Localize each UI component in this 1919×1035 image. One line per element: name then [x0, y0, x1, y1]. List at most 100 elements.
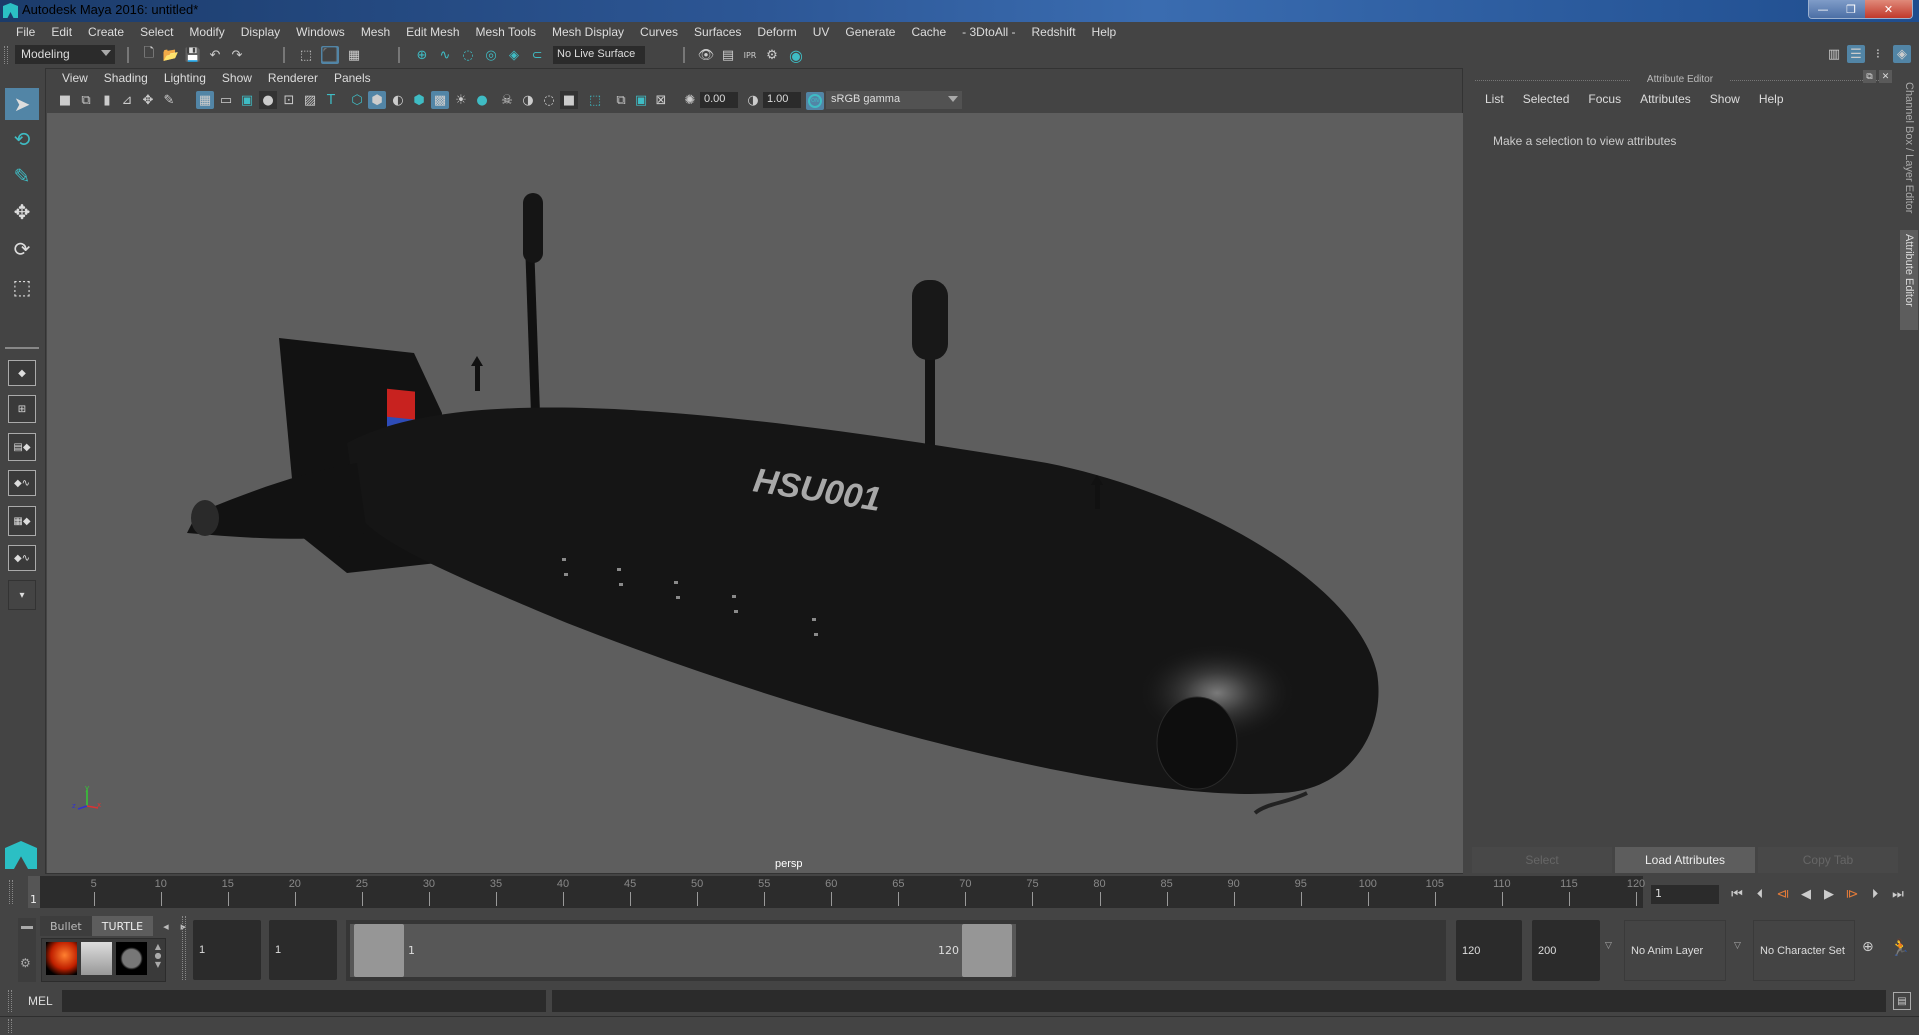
restore-button[interactable]: ❐	[1837, 0, 1865, 18]
viewport-menu-shading[interactable]: Shading	[96, 71, 156, 87]
ae-menu-focus[interactable]: Focus	[1583, 92, 1629, 106]
wireframe-icon[interactable]: ⬡	[348, 91, 366, 109]
scale-tool[interactable]: ⬚	[5, 271, 39, 303]
step-back-key-icon[interactable]: ⧏	[1774, 885, 1792, 903]
screen-space-ao-icon[interactable]: ☠	[498, 91, 516, 109]
time-slider-grip[interactable]	[9, 880, 13, 904]
snap-magnet-icon[interactable]: ⊂	[528, 46, 546, 64]
new-scene-icon[interactable]: 🗋	[140, 46, 158, 64]
select-by-component-icon[interactable]: ▦	[345, 46, 363, 64]
open-scene-icon[interactable]: 📂	[162, 46, 180, 64]
time-slider[interactable]: 1 5 10 15 20 25 30 35 40 45 50 55 60 65 70 75 80 85 90 95 1…	[0, 876, 1919, 908]
single-perspective-layout[interactable]: ◆	[8, 360, 36, 386]
menu-windows[interactable]: Windows	[288, 25, 353, 39]
four-view-layout[interactable]: ⊞	[8, 395, 36, 423]
ae-menu-selected[interactable]: Selected	[1518, 92, 1578, 106]
gamma-icon[interactable]: ◑	[744, 91, 762, 109]
persp-hypershade-layout[interactable]: ▦◆	[8, 506, 36, 536]
menu-edit-mesh[interactable]: Edit Mesh	[398, 25, 467, 39]
close-panel-button[interactable]: ✕	[1879, 70, 1892, 83]
film-gate-icon[interactable]: ▭	[217, 91, 235, 109]
playback-end-field[interactable]: 120	[1456, 920, 1522, 981]
load-attributes-button[interactable]: Load Attributes	[1615, 847, 1755, 873]
snap-view-plane-icon[interactable]: ◎	[482, 46, 500, 64]
close-button[interactable]: ✕	[1865, 0, 1912, 18]
menu-generate[interactable]: Generate	[837, 25, 903, 39]
viewport-menu-lighting[interactable]: Lighting	[156, 71, 214, 87]
wireframe-on-shaded-icon[interactable]: ⬢	[410, 91, 428, 109]
modeling-toolkit-icon[interactable]: ▥	[1825, 45, 1843, 63]
viewport-menu-panels[interactable]: Panels	[326, 71, 379, 87]
range-start-handle[interactable]	[354, 924, 404, 977]
go-to-end-icon[interactable]: ⏭	[1889, 885, 1907, 903]
grease-pencil-icon[interactable]: ✎	[160, 91, 178, 109]
shelf-menu-icon[interactable]	[21, 926, 33, 929]
3d-viewport[interactable]: HSU001 y x z persp	[47, 113, 1463, 873]
current-time-marker[interactable]: 1	[28, 876, 40, 908]
go-to-start-icon[interactable]: ⏮	[1728, 885, 1746, 903]
resolution-gate-icon[interactable]: ▣	[238, 91, 256, 109]
use-all-lights-icon[interactable]: ☀	[452, 91, 470, 109]
help-line-grip[interactable]	[8, 1019, 12, 1033]
shelf-tab-bullet[interactable]: Bullet	[40, 916, 92, 936]
menu-3dtoall[interactable]: - 3DtoAll -	[954, 25, 1023, 39]
tool-settings-icon[interactable]: ⁝	[1869, 45, 1887, 63]
lasso-tool[interactable]: ⟲	[5, 123, 39, 155]
play-forward-icon[interactable]: ▶	[1820, 885, 1838, 903]
shelf-tab-turtle[interactable]: TURTLE	[91, 916, 154, 936]
image-plane-icon[interactable]: ⊿	[118, 91, 136, 109]
anti-aliasing-icon[interactable]: ◌	[540, 91, 558, 109]
playback-start-field[interactable]: 1	[269, 920, 337, 980]
2d-pan-zoom-icon[interactable]: ✥	[139, 91, 157, 109]
viewport-menu-renderer[interactable]: Renderer	[260, 71, 326, 87]
motion-blur-icon[interactable]: ◑	[519, 91, 537, 109]
ipr-render-icon[interactable]: IPR	[741, 46, 759, 64]
animation-end-field[interactable]: 200	[1532, 920, 1600, 981]
select-by-hierarchy-icon[interactable]: ⬚	[297, 46, 315, 64]
live-surface-field[interactable]: No Live Surface	[553, 46, 645, 64]
move-tool[interactable]: ✥	[5, 196, 39, 228]
persp-uv-layout[interactable]: ◆∿	[8, 545, 36, 571]
redo-icon[interactable]: ↷	[228, 46, 246, 64]
animation-preferences-icon[interactable]: 🏃	[1890, 938, 1910, 957]
bookmark-icon[interactable]: ▮	[98, 91, 116, 109]
turtle-bake-icon[interactable]	[46, 942, 77, 975]
textured-icon[interactable]: ▩	[431, 91, 449, 109]
select-by-object-icon[interactable]: ⬛	[321, 46, 339, 64]
time-slider-track[interactable]: 1 5 10 15 20 25 30 35 40 45 50 55 60 65 70 75 80 85 90 95 1…	[28, 876, 1645, 908]
safe-title-icon[interactable]: T	[322, 91, 340, 109]
xray-icon[interactable]: ⧉	[612, 91, 630, 109]
character-set-dropdown-arrow-icon[interactable]: ▽	[1734, 941, 1741, 951]
snap-curve-icon[interactable]: ∿	[436, 46, 454, 64]
viewport-menu-show[interactable]: Show	[214, 71, 260, 87]
menu-set-dropdown[interactable]: Modeling	[15, 45, 115, 64]
xray-joints-icon[interactable]: ⊠	[652, 91, 670, 109]
step-forward-frame-icon[interactable]: ⏵	[1866, 885, 1884, 903]
rotate-tool[interactable]: ⟳	[5, 233, 39, 265]
menu-surfaces[interactable]: Surfaces	[686, 25, 749, 39]
shadows-icon[interactable]: ●	[473, 91, 491, 109]
tab-channel-box[interactable]: Channel Box / Layer Editor	[1900, 78, 1918, 228]
script-editor-icon[interactable]: ▤	[1893, 992, 1911, 1010]
snap-live-icon[interactable]: ◈	[505, 46, 523, 64]
menu-edit[interactable]: Edit	[43, 25, 80, 39]
undo-icon[interactable]: ↶	[206, 46, 224, 64]
select-tool[interactable]: ➤	[5, 88, 39, 120]
ae-menu-attributes[interactable]: Attributes	[1635, 92, 1699, 106]
copy-tab-button[interactable]: Copy Tab	[1758, 847, 1898, 873]
menu-help[interactable]: Help	[1084, 25, 1125, 39]
snap-point-icon[interactable]: ◌	[459, 46, 477, 64]
render-view-icon[interactable]: 👁	[697, 46, 715, 64]
menu-select[interactable]: Select	[132, 25, 181, 39]
anim-layer-dropdown[interactable]: No Anim Layer	[1624, 920, 1726, 981]
minimize-button[interactable]: —	[1809, 0, 1837, 18]
paint-select-tool[interactable]: ✎	[5, 160, 39, 192]
gamma-field[interactable]: 1.00	[763, 92, 801, 108]
gate-mask-icon[interactable]: ●	[259, 91, 277, 109]
field-chart-icon[interactable]: ⊡	[280, 91, 298, 109]
channel-box-icon[interactable]: ◈	[1893, 45, 1911, 63]
more-layouts-button[interactable]: ▾	[8, 580, 36, 610]
turtle-surface-icon[interactable]	[116, 942, 147, 975]
render-current-icon[interactable]: ▤	[719, 46, 737, 64]
menu-mesh-tools[interactable]: Mesh Tools	[468, 25, 544, 39]
